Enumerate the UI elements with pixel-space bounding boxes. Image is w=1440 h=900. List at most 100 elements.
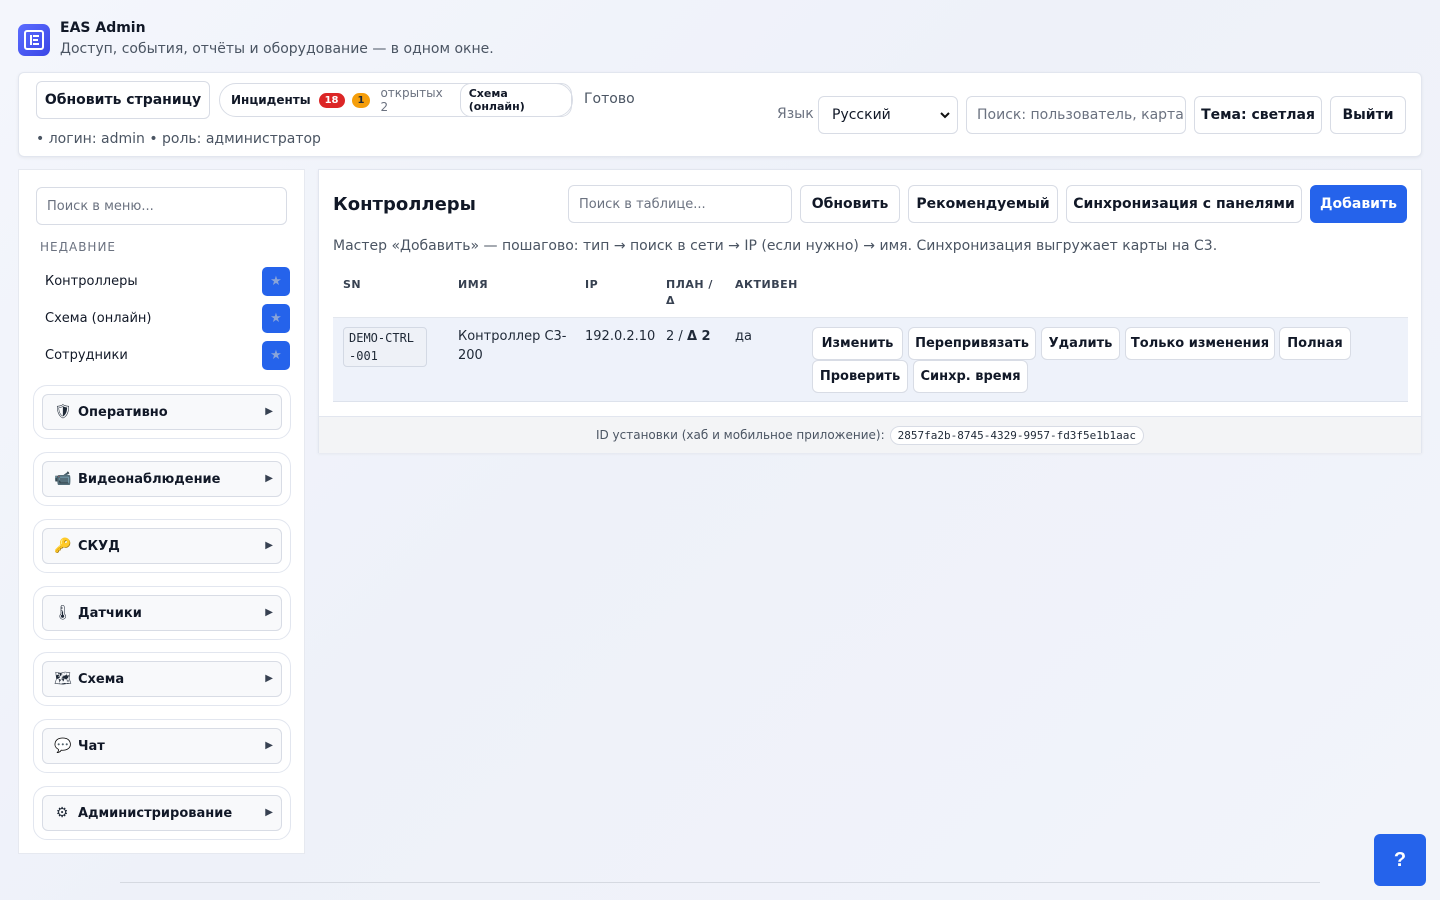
menu-group-header[interactable]: 📹 Видеонаблюдение ▶ <box>42 461 282 497</box>
app-subtitle: Доступ, события, отчёты и оборудование —… <box>60 41 494 57</box>
expand-arrow-icon: ▶ <box>265 740 273 751</box>
logout-button[interactable]: Выйти <box>1330 96 1406 134</box>
install-id-code[interactable]: 2857fa2b-8745-4329-9957-fd3f5e1b1aac <box>889 425 1145 445</box>
controller-name: Контроллер C3-200 <box>458 329 567 363</box>
expand-arrow-icon: ▶ <box>265 406 273 417</box>
login-info: • логин: admin • роль: администратор <box>36 131 321 147</box>
menu-group-chat: 💬 Чат ▶ <box>33 719 291 773</box>
page-title: Контроллеры <box>333 194 476 215</box>
install-id-label: ID установки (хаб и мобильное приложение… <box>595 428 885 442</box>
star-icon[interactable]: ★ <box>262 267 290 296</box>
key-icon: 🔑 <box>54 538 72 554</box>
menu-group-header[interactable]: 🔑 СКУД ▶ <box>42 528 282 564</box>
top-toolbar: Обновить страницу Инциденты 18 1 открыты… <box>18 72 1422 157</box>
plan-value: 2 / <box>666 329 683 344</box>
rebind-button[interactable]: Перепривязать <box>908 327 1036 360</box>
menu-group-video: 📹 Видеонаблюдение ▶ <box>33 452 291 506</box>
scheme-online-chip[interactable]: Схема (онлайн) <box>459 83 572 117</box>
incidents-label: Инциденты <box>231 93 311 107</box>
refresh-button[interactable]: Обновить <box>800 185 900 223</box>
app-header: EAS Admin Доступ, события, отчёты и обор… <box>18 18 494 57</box>
menu-group-operational: 🛡 Оперативно ▶ <box>33 385 291 439</box>
language-label: Язык <box>777 106 814 122</box>
incidents-red-badge: 18 <box>318 92 345 108</box>
open-incidents-count: открытых 2 <box>380 86 443 114</box>
menu-group-administration: ⚙ Администрирование ▶ <box>33 786 291 840</box>
menu-group-header[interactable]: 💬 Чат ▶ <box>42 728 282 764</box>
expand-arrow-icon: ▶ <box>265 673 273 684</box>
delete-button[interactable]: Удалить <box>1041 327 1120 360</box>
incidents-pill[interactable]: Инциденты 18 1 открытых 2 Схема (онлайн) <box>219 83 573 117</box>
plan-delta-cell: 2 / Δ 2 <box>666 327 711 346</box>
menu-group-header[interactable]: 🗺 Схема ▶ <box>42 661 282 697</box>
global-search-input[interactable] <box>966 96 1186 134</box>
help-button[interactable]: ? <box>1374 834 1426 886</box>
recent-section-title: НЕДАВНИЕ <box>40 240 117 254</box>
refresh-page-button[interactable]: Обновить страницу <box>36 81 210 119</box>
column-header-ip[interactable]: IP <box>585 277 598 293</box>
recent-item-controllers[interactable]: Контроллеры ★ <box>37 267 290 297</box>
chevron-down-icon <box>940 112 950 119</box>
menu-group-label: Администрирование <box>78 805 233 821</box>
star-icon[interactable]: ★ <box>262 304 290 333</box>
column-header-sn[interactable]: SN <box>343 277 361 293</box>
status-text: Готово <box>584 91 635 107</box>
expand-arrow-icon: ▶ <box>265 540 273 551</box>
language-value: Русский <box>832 107 891 123</box>
menu-group-sensors: 🌡 Датчики ▶ <box>33 586 291 640</box>
incidents-orange-badge: 1 <box>351 92 371 108</box>
expand-arrow-icon: ▶ <box>265 473 273 484</box>
theme-toggle-button[interactable]: Тема: светлая <box>1194 96 1322 134</box>
expand-arrow-icon: ▶ <box>265 807 273 818</box>
sync-time-button[interactable]: Синхр. время <box>913 360 1028 393</box>
table-search-input[interactable] <box>568 185 792 223</box>
wizard-hint: Мастер «Добавить» — пошагово: тип → поис… <box>333 238 1218 254</box>
menu-group-label: Видеонаблюдение <box>78 471 221 487</box>
controller-ip: 192.0.2.10 <box>585 329 656 344</box>
menu-group-label: Датчики <box>78 605 142 621</box>
page-divider <box>120 882 1320 883</box>
sync-panels-button[interactable]: Синхронизация с панелями <box>1066 185 1302 223</box>
menu-group-header[interactable]: ⚙ Администрирование ▶ <box>42 795 282 831</box>
menu-group-label: Чат <box>78 738 105 754</box>
language-select[interactable]: Русский <box>818 96 958 134</box>
edit-button[interactable]: Изменить <box>812 327 903 360</box>
app-logo-icon <box>18 24 50 56</box>
menu-group-header[interactable]: 🌡 Датчики ▶ <box>42 595 282 631</box>
recent-item-label: Сотрудники <box>45 348 128 363</box>
column-header-name[interactable]: ИМЯ <box>458 277 488 293</box>
expand-arrow-icon: ▶ <box>265 607 273 618</box>
column-header-active[interactable]: АКТИВЕН <box>735 277 798 293</box>
recent-item-label: Контроллеры <box>45 274 138 289</box>
sync-changes-button[interactable]: Только изменения <box>1125 327 1275 360</box>
app-title: EAS Admin <box>60 20 146 36</box>
menu-group-label: Оперативно <box>78 404 168 420</box>
add-button[interactable]: Добавить <box>1310 185 1407 223</box>
sidebar: НЕДАВНИЕ Контроллеры ★ Схема (онлайн) ★ … <box>18 169 305 854</box>
thermometer-icon: 🌡 <box>54 605 72 621</box>
chat-bubble-icon: 💬 <box>54 738 72 754</box>
recent-item-scheme-online[interactable]: Схема (онлайн) ★ <box>37 304 290 334</box>
gear-icon: ⚙ <box>55 805 69 821</box>
menu-group-header[interactable]: 🛡 Оперативно ▶ <box>42 394 282 430</box>
menu-group-scheme: 🗺 Схема ▶ <box>33 652 291 706</box>
shield-icon: 🛡 <box>54 404 72 420</box>
recommended-button[interactable]: Рекомендуемый <box>908 185 1058 223</box>
map-icon: 🗺 <box>54 671 72 687</box>
menu-group-label: Схема <box>78 671 125 687</box>
serial-number-code: DEMO-CTRL-001 <box>343 327 427 367</box>
controllers-panel: Контроллеры Обновить Рекомендуемый Синхр… <box>318 169 1422 453</box>
install-id-footer: ID установки (хаб и мобильное приложение… <box>319 416 1421 453</box>
menu-group-label: СКУД <box>78 538 120 554</box>
full-sync-button[interactable]: Полная <box>1279 327 1351 360</box>
recent-item-employees[interactable]: Сотрудники ★ <box>37 341 290 371</box>
star-icon[interactable]: ★ <box>262 341 290 370</box>
delta-value: Δ 2 <box>686 329 711 344</box>
menu-search-input[interactable] <box>36 187 287 225</box>
recent-item-label: Схема (онлайн) <box>45 311 152 326</box>
active-value: да <box>735 329 752 344</box>
check-button[interactable]: Проверить <box>812 360 908 393</box>
menu-group-access-control: 🔑 СКУД ▶ <box>33 519 291 573</box>
table-row[interactable]: DEMO-CTRL-001 Контроллер C3-200 192.0.2.… <box>333 318 1408 402</box>
column-header-plan[interactable]: ПЛАН / Δ <box>666 277 722 309</box>
